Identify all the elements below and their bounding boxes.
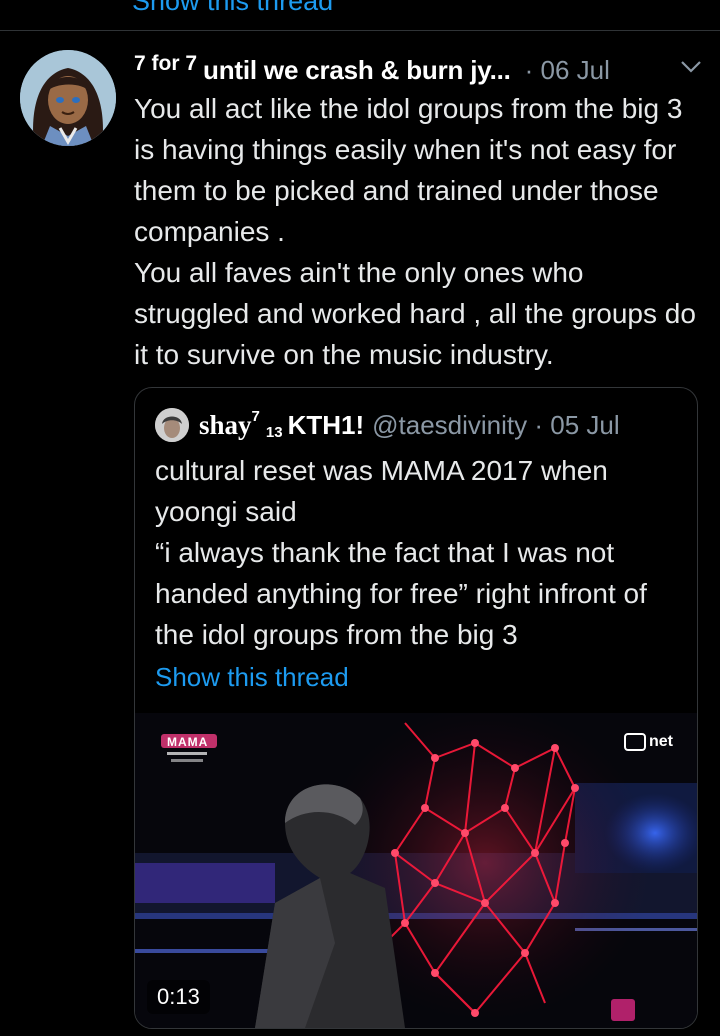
mama-logo: MAMA <box>161 732 219 770</box>
mnet-logo: net <box>624 733 673 751</box>
tweet-body: You all act like the idol groups from th… <box>134 88 704 375</box>
quoted-avatar <box>155 408 189 442</box>
quoted-paragraph: cultural reset was MAMA 2017 when yoongi… <box>155 455 608 527</box>
tweet-paragraph: You all faves ain't the only ones who st… <box>134 257 696 370</box>
quoted-paragraph: “i always thank the fact that I was not … <box>155 537 647 650</box>
tweet-header: 7 for 7 until we crash & burn jy... · 06… <box>134 50 704 90</box>
tweet-paragraph: You all act like the idol groups from th… <box>134 93 683 247</box>
avatar[interactable] <box>20 50 116 146</box>
video-duration: 0:13 <box>147 980 210 1014</box>
mnet-logo-text: net <box>649 733 673 750</box>
quoted-author-sup: 7 <box>251 407 260 425</box>
video-player[interactable]: MAMA net 0:13 <box>135 713 697 1028</box>
quoted-tweet[interactable]: shay 7 13 KTH1! @taesdivinity · 05 Jul c… <box>134 387 698 1029</box>
mnet-icon <box>624 733 646 751</box>
author-prefix: 7 for 7 <box>134 52 198 75</box>
quoted-header: shay 7 13 KTH1! @taesdivinity · 05 Jul <box>155 406 685 444</box>
show-thread-link[interactable]: Show this thread <box>155 662 349 693</box>
divider <box>0 30 720 31</box>
quoted-handle-date[interactable]: @taesdivinity · 05 Jul <box>372 410 620 441</box>
show-thread-link-top[interactable]: Show this thread <box>132 0 333 17</box>
quoted-body: cultural reset was MAMA 2017 when yoongi… <box>155 450 685 655</box>
quoted-author-sub: 13 <box>265 423 283 441</box>
chevron-down-icon[interactable] <box>678 56 704 81</box>
quoted-author-name-suffix[interactable]: KTH1! <box>288 410 365 441</box>
author-name[interactable]: until we crash & burn jy... <box>203 55 511 86</box>
tweet-date[interactable]: · 06 Jul <box>525 55 610 86</box>
quoted-author-name[interactable]: shay <box>199 410 252 441</box>
video-frame <box>135 713 697 1028</box>
mama-logo-text: MAMA <box>167 735 209 749</box>
